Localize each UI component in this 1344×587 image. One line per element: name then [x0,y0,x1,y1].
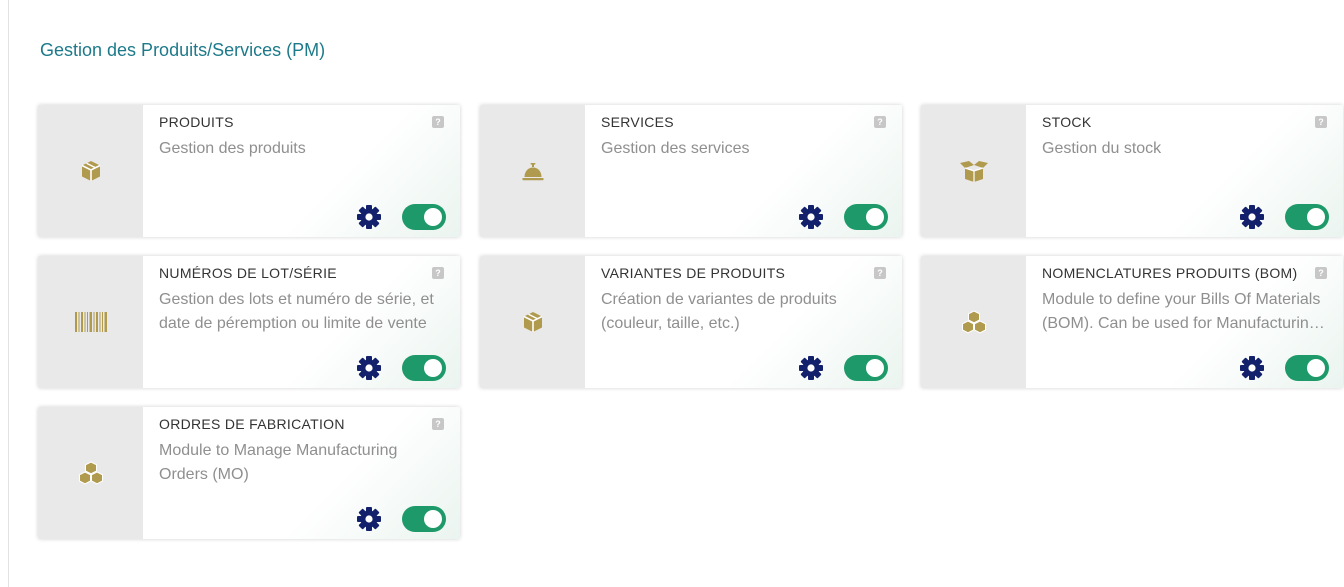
module-description: Création de variantes de produits (coule… [601,291,837,332]
card-icon-panel [480,105,585,237]
toggle-knob [424,208,442,226]
module-toggle[interactable] [1285,204,1329,230]
module-description: Gestion des services [601,140,750,157]
toggle-knob [866,208,884,226]
left-divider [8,0,9,587]
module-card-lots-series: NUMÉROS DE LOT/SÉRIE ? Gestion des lots … [38,256,460,388]
card-icon-panel [38,407,143,539]
gear-icon[interactable] [798,355,824,381]
module-card-nomenclatures: NOMENCLATURES PRODUITS (BOM) ? Module to… [921,256,1343,388]
help-icon[interactable]: ? [1315,116,1327,128]
cubes-icon [78,461,103,485]
module-toggle[interactable] [844,355,888,381]
toggle-knob [866,359,884,377]
section-title: Gestion des Produits/Services (PM) [40,40,326,60]
module-toggle[interactable] [1285,355,1329,381]
card-body: VARIANTES DE PRODUITS ? Création de vari… [585,256,902,388]
card-body: NOMENCLATURES PRODUITS (BOM) ? Module to… [1026,256,1343,388]
module-card-stock: STOCK ? Gestion du stock [921,105,1343,237]
help-icon[interactable]: ? [432,116,444,128]
module-card-produits: PRODUITS ? Gestion des produits [38,105,460,237]
module-toggle[interactable] [402,204,446,230]
card-icon-panel [921,105,1026,237]
gear-icon[interactable] [1239,355,1265,381]
module-name: STOCK [1042,114,1092,130]
toggle-knob [1307,359,1325,377]
cube-icon [523,312,542,332]
help-icon[interactable]: ? [874,116,886,128]
module-description: Module to define your Bills Of Materials… [1042,291,1321,332]
module-name: PRODUITS [159,114,234,130]
module-card-services: SERVICES ? Gestion des services [480,105,902,237]
help-icon[interactable]: ? [432,418,444,430]
card-body: NUMÉROS DE LOT/SÉRIE ? Gestion des lots … [143,256,460,388]
card-body: PRODUITS ? Gestion des produits [143,105,460,237]
open-box-icon [959,161,988,182]
barcode-icon [74,312,107,332]
card-body: SERVICES ? Gestion des services [585,105,902,237]
module-description: Gestion du stock [1042,140,1162,157]
module-toggle[interactable] [402,506,446,532]
module-name: ORDRES DE FABRICATION [159,416,345,432]
help-icon[interactable]: ? [432,267,444,279]
toggle-knob [1307,208,1325,226]
module-description: Module to Manage Manufacturing Orders (M… [159,442,398,483]
cubes-icon [961,310,986,334]
gear-icon[interactable] [356,506,382,532]
card-icon-panel [480,256,585,388]
module-name: SERVICES [601,114,674,130]
toggle-knob [424,510,442,528]
gear-icon[interactable] [356,355,382,381]
module-name: NOMENCLATURES PRODUITS (BOM) [1042,265,1298,281]
card-body: STOCK ? Gestion du stock [1026,105,1343,237]
card-icon-panel [38,105,143,237]
cube-icon [81,161,100,181]
gear-icon[interactable] [798,204,824,230]
module-name: NUMÉROS DE LOT/SÉRIE [159,265,337,281]
card-icon-panel [921,256,1026,388]
module-toggle[interactable] [402,355,446,381]
module-description: Gestion des produits [159,140,306,157]
bell-icon [522,163,543,181]
card-body: ORDRES DE FABRICATION ? Module to Manage… [143,407,460,539]
card-icon-panel [38,256,143,388]
module-description: Gestion des lots et numéro de série, et … [159,291,434,332]
gear-icon[interactable] [356,204,382,230]
help-icon[interactable]: ? [874,267,886,279]
module-toggle[interactable] [844,204,888,230]
help-icon[interactable]: ? [1315,267,1327,279]
toggle-knob [424,359,442,377]
module-name: VARIANTES DE PRODUITS [601,265,786,281]
gear-icon[interactable] [1239,204,1265,230]
module-card-variantes: VARIANTES DE PRODUITS ? Création de vari… [480,256,902,388]
module-card-ordres-fabrication: ORDRES DE FABRICATION ? Module to Manage… [38,407,460,539]
